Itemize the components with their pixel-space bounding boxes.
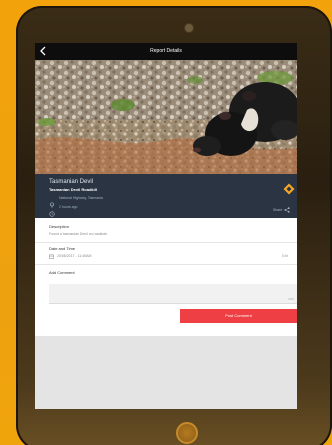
comment-input[interactable]: 0/50 <box>49 284 297 304</box>
add-comment-label: Add Comment <box>49 270 75 275</box>
calendar-icon <box>49 254 54 259</box>
time-ago-text: 2 hours ago <box>59 204 78 209</box>
page-title: Report Details <box>150 48 182 54</box>
report-photo <box>35 60 297 174</box>
app-background: Report Details Tasmanian Devil Tasmanian… <box>0 0 332 445</box>
character-count: 0/50 <box>288 297 294 301</box>
share-icon <box>284 207 290 213</box>
location-row: National Highway, Tasmania <box>49 195 103 208</box>
divider <box>35 242 297 243</box>
camera-icon <box>185 24 193 32</box>
datetime-label: Date and Time <box>49 246 76 251</box>
warning-icon <box>283 182 295 195</box>
top-bar: Report Details <box>35 43 297 60</box>
report-category: Tasmanian Devil Roadkill <box>49 187 97 192</box>
description-label: Description <box>49 224 70 229</box>
location-pin-icon <box>49 195 55 208</box>
report-info-panel: Tasmanian Devil Tasmanian Devil Roadkill… <box>35 174 297 218</box>
share-label: Share <box>273 207 283 212</box>
share-button[interactable]: Share <box>273 207 290 213</box>
home-button[interactable] <box>176 422 198 444</box>
clock-icon <box>49 204 55 217</box>
post-comment-button[interactable]: Post Comment <box>180 309 297 323</box>
location-text: National Highway, Tasmania <box>59 195 103 200</box>
divider <box>35 264 297 265</box>
edit-datetime-button[interactable]: Edit <box>282 254 288 259</box>
tablet-screen: Report Details Tasmanian Devil Tasmanian… <box>35 43 297 409</box>
datetime-value: 20/08/2017 - 11:45AM <box>57 254 92 258</box>
time-row: 2 hours ago <box>49 204 78 217</box>
datetime-row: 20/08/2017 - 11:45AM <box>49 254 91 259</box>
description-text: Found a tasmanian Devil on roadside. <box>49 232 108 236</box>
species-name: Tasmanian Devil <box>49 179 94 185</box>
